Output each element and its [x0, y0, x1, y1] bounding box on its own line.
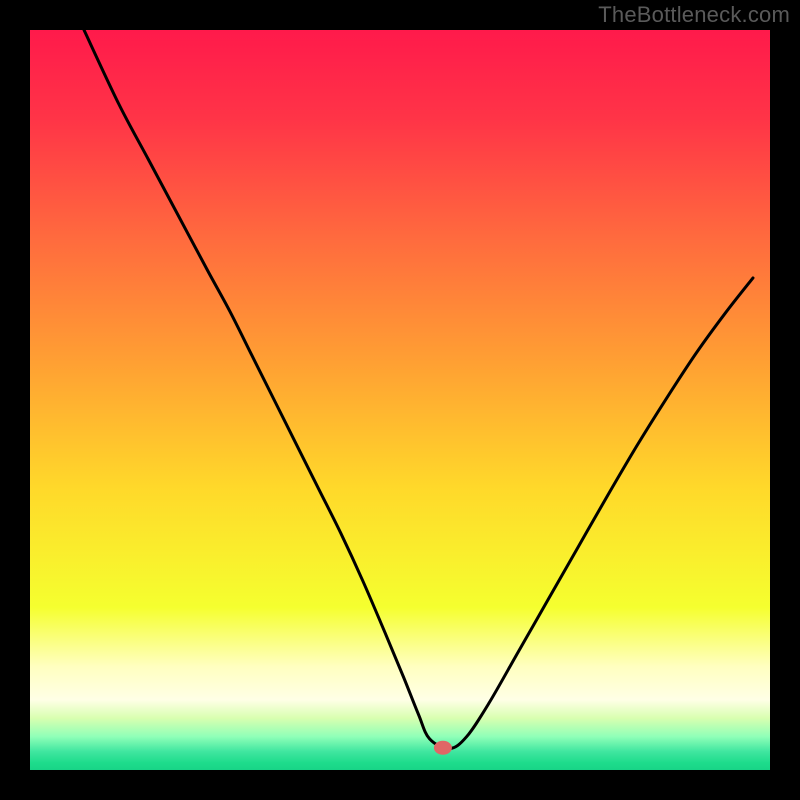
gradient-chart	[0, 0, 800, 800]
chart-frame: { "watermark": "TheBottleneck.com", "cha…	[0, 0, 800, 800]
watermark-text: TheBottleneck.com	[598, 2, 790, 28]
chart-background	[30, 30, 770, 770]
optimal-point-marker	[434, 741, 452, 755]
